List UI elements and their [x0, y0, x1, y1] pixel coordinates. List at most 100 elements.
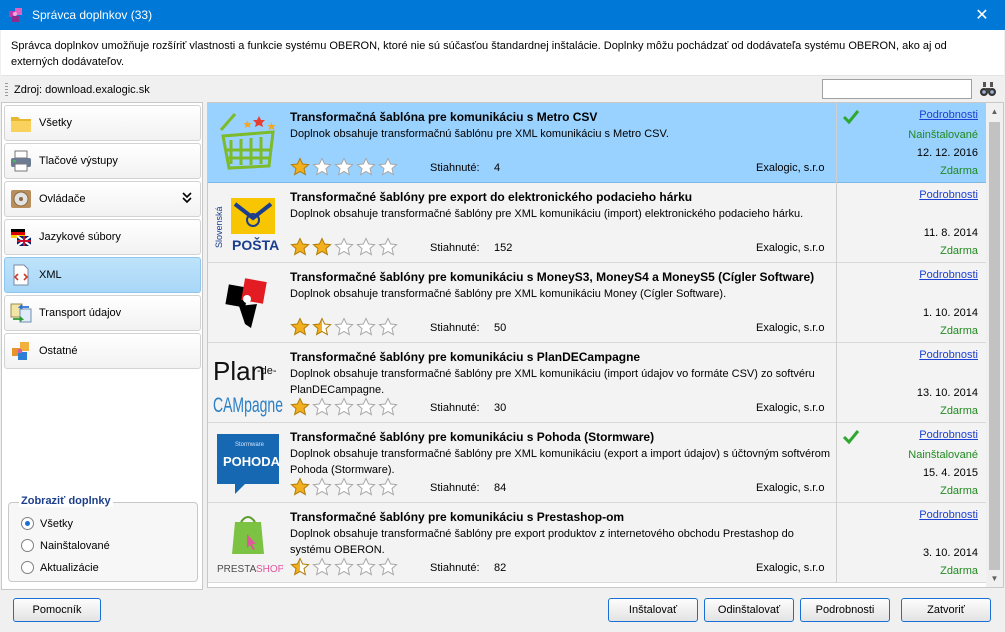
star-icon	[334, 477, 354, 496]
folder-icon	[11, 117, 31, 132]
sidebar-item-xml[interactable]: XML	[4, 257, 201, 293]
downloads-label: Stiahnuté:	[430, 322, 480, 334]
filter-option-vsetky[interactable]: Všetky	[21, 517, 73, 530]
column-divider	[836, 343, 837, 423]
addon-name: Transformačná šablóna pre komunikáciu s …	[290, 110, 598, 124]
details-link[interactable]: Podrobnosti	[919, 509, 978, 521]
sidebar-item-ovladace[interactable]: Ovládače	[4, 181, 201, 217]
rating-stars	[290, 397, 398, 417]
addon-row[interactable]: Transformačná šablóna pre komunikáciu s …	[208, 103, 988, 183]
details-link[interactable]: Podrobnosti	[919, 429, 978, 441]
close-icon: ✕	[975, 7, 989, 24]
details-button[interactable]: Podrobnosti	[800, 598, 890, 622]
plandecampagne-logo: Plan -de- CAMpagne	[210, 345, 286, 421]
addon-description: Doplnok obsahuje transformačné šablóny p…	[290, 208, 804, 220]
search-input[interactable]	[822, 79, 972, 99]
vendor-name: Exalogic, s.r.o	[756, 562, 825, 574]
sidebar-item-label: XML	[39, 269, 62, 281]
addon-row[interactable]: PRESTA SHOP Transformačné šablóny pre ko…	[208, 503, 988, 583]
radio-button[interactable]	[21, 561, 34, 574]
addon-row[interactable]: Stormware POHODA Transformačné šablóny p…	[208, 423, 988, 503]
addon-name: Transformačné šablóny pre komunikáciu s …	[290, 430, 655, 444]
close-button[interactable]: Zatvoriť	[901, 598, 991, 622]
downloads-count: 84	[494, 482, 507, 494]
rating-stars	[290, 237, 398, 257]
star-icon	[290, 397, 310, 416]
source-toolbar: Zdroj: download.exalogic.sk	[1, 77, 1004, 102]
addon-description: Doplnok obsahuje transformačné šablóny p…	[290, 288, 727, 300]
star-icon	[290, 477, 310, 496]
sidebar-item-ostatne[interactable]: Ostatné	[4, 333, 201, 369]
star-icon	[378, 237, 398, 256]
star-icon	[356, 397, 376, 416]
star-icon	[356, 237, 376, 256]
vendor-name: Exalogic, s.r.o	[756, 242, 825, 254]
addon-description: Doplnok obsahuje transformačné šablóny p…	[290, 528, 794, 556]
price-label: Zdarma	[940, 405, 978, 417]
star-icon	[290, 237, 310, 256]
column-divider	[836, 103, 837, 183]
downloads-count: 50	[494, 322, 507, 334]
scrollbar-thumb[interactable]	[989, 122, 1000, 570]
sidebar-item-transport-udajov[interactable]: Transport údajov	[4, 295, 201, 331]
release-date: 13. 10. 2014	[916, 387, 978, 399]
star-icon	[378, 477, 398, 496]
star-icon	[290, 557, 310, 576]
slovenska-posta-logo: Slovenská POŠTA	[210, 185, 286, 261]
column-divider	[836, 503, 837, 583]
close-window-button[interactable]: ✕	[959, 0, 1005, 30]
details-link[interactable]: Podrobnosti	[919, 109, 978, 121]
details-link[interactable]: Podrobnosti	[919, 349, 978, 361]
star-icon	[312, 477, 332, 496]
downloads-label: Stiahnuté:	[430, 162, 480, 174]
scroll-down-arrow-icon[interactable]: ▼	[986, 570, 1003, 587]
star-icon	[378, 397, 398, 416]
release-date: 11. 8. 2014	[923, 227, 978, 239]
filter-option-aktualizacie[interactable]: Aktualizácie	[21, 561, 99, 574]
sidebar-item-tlacove-vystupy[interactable]: Tlačové výstupy	[4, 143, 201, 179]
star-icon	[290, 317, 310, 336]
installed-status: Nainštalované	[908, 129, 978, 141]
star-icon	[334, 317, 354, 336]
addon-row[interactable]: Transformačné šablóny pre komunikáciu s …	[208, 263, 988, 343]
downloads-label: Stiahnuté:	[430, 242, 480, 254]
money-logo	[210, 265, 286, 341]
addon-row[interactable]: Slovenská POŠTA Transformačné šablóny pr…	[208, 183, 988, 263]
filter-group: Zobraziť doplnky Všetky Nainštalované Ak…	[8, 495, 198, 582]
sidebar-item-label: Ovládače	[39, 193, 86, 205]
downloads-count: 4	[494, 162, 501, 174]
posta-side-text: Slovenská	[214, 206, 224, 248]
uninstall-button[interactable]: Odinštalovať	[704, 598, 794, 622]
price-label: Zdarma	[940, 485, 978, 497]
title-bar: Správca doplnkov (33) ✕	[0, 0, 1005, 30]
chevron-double-down-icon[interactable]	[182, 192, 192, 207]
vertical-scrollbar[interactable]: ▲ ▼	[986, 103, 1003, 587]
help-button[interactable]: Pomocník	[13, 598, 101, 622]
addon-row[interactable]: Plan -de- CAMpagne Transformačné šablóny…	[208, 343, 988, 423]
sidebar-item-vsetky[interactable]: Všetky	[4, 105, 201, 141]
sidebar-item-label: Jazykové súbory	[39, 231, 121, 243]
column-divider	[836, 423, 837, 503]
addon-description: Doplnok obsahuje transformačné šablóny p…	[290, 368, 815, 396]
flags-icon	[11, 229, 32, 247]
star-icon	[312, 157, 332, 176]
details-link[interactable]: Podrobnosti	[919, 189, 978, 201]
rating-stars	[290, 477, 398, 497]
release-date: 3. 10. 2014	[922, 547, 978, 559]
drive-icon	[11, 190, 31, 208]
radio-button[interactable]	[21, 517, 34, 530]
downloads-label: Stiahnuté:	[430, 402, 480, 414]
sidebar-item-jazykove-subory[interactable]: Jazykové súbory	[4, 219, 201, 255]
binoculars-icon[interactable]	[979, 80, 997, 98]
install-button[interactable]: Inštalovať	[608, 598, 698, 622]
vendor-name: Exalogic, s.r.o	[756, 482, 825, 494]
radio-button[interactable]	[21, 539, 34, 552]
star-icon	[312, 397, 332, 416]
scroll-up-arrow-icon[interactable]: ▲	[986, 103, 1003, 120]
addon-list: Transformačná šablóna pre komunikáciu s …	[207, 102, 1004, 588]
rating-stars	[290, 557, 398, 577]
star-icon	[334, 157, 354, 176]
filter-option-nainstalovane[interactable]: Nainštalované	[21, 539, 110, 552]
details-link[interactable]: Podrobnosti	[919, 269, 978, 281]
puzzle-icon	[12, 342, 29, 360]
